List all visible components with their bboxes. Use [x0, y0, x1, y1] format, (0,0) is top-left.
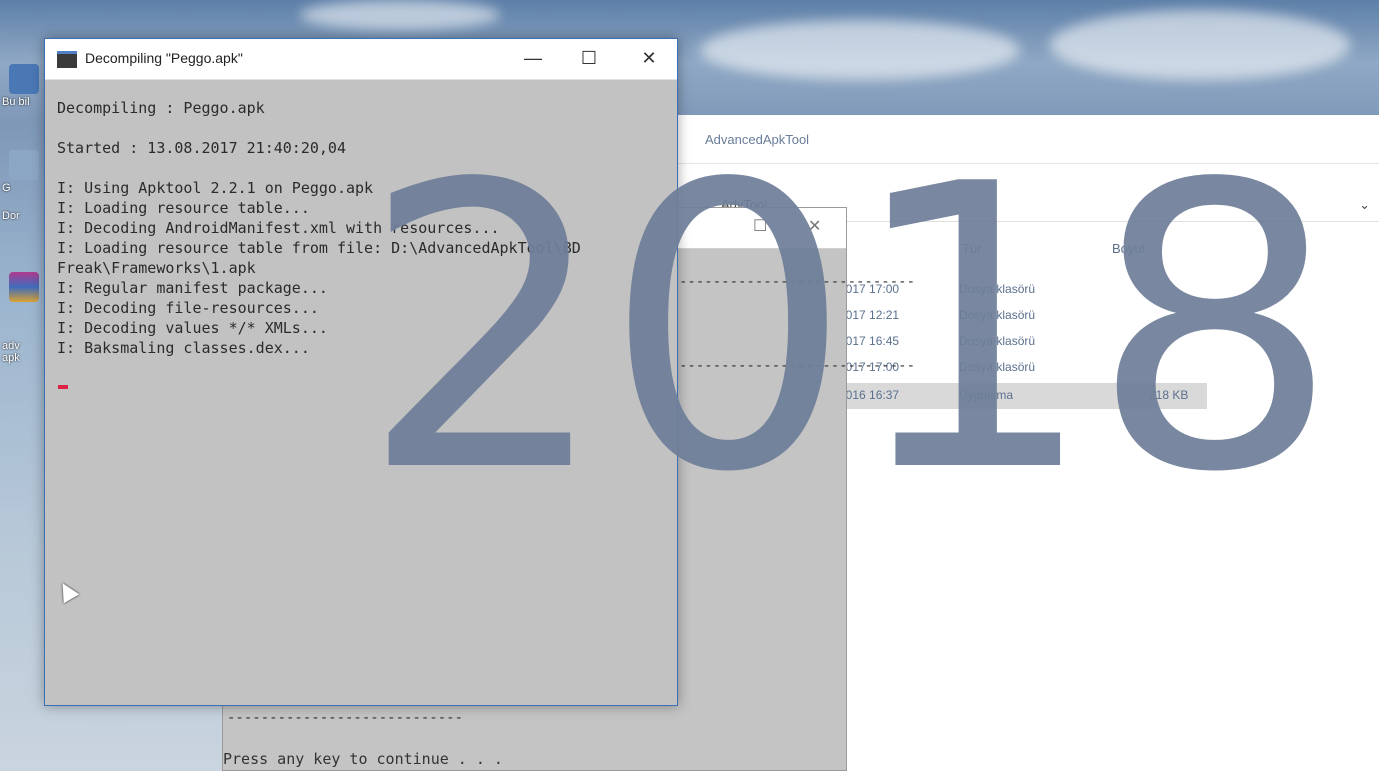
desktop-icon-label: G [2, 182, 11, 194]
console-line: I: Loading resource table from file: D:\… [57, 239, 581, 257]
console-title: Decompiling "Peggo.apk" [85, 50, 243, 66]
row-type: Dosya klasörü [959, 334, 1036, 348]
desktop-icon[interactable]: adv apk [2, 340, 46, 364]
row-type: Dosya klasörü [959, 282, 1036, 296]
this-pc-icon [9, 64, 39, 94]
wallpaper-cloud [1050, 10, 1350, 80]
desktop-icon-label: Dor [2, 210, 20, 222]
desktop-icon[interactable] [2, 272, 46, 304]
explorer-path: AdvancedApkTool [705, 131, 810, 147]
console-line: I: Regular manifest package... [57, 279, 328, 297]
file-row-selected[interactable]: 2016 16:37 Uygulama 218 KB [827, 383, 1207, 409]
desktop-icon[interactable]: G [2, 150, 46, 194]
console-line: I: Decoding AndroidManifest.xml with res… [57, 219, 500, 237]
row-date: 2017 12:21 [839, 308, 900, 322]
explorer-titlebar: AdvancedApkTool [677, 115, 1379, 164]
console2-separator: ---------------------------- [679, 358, 916, 374]
chevron-down-icon[interactable]: ⌄ [1359, 197, 1370, 213]
desktop-icon-label: adv [2, 340, 20, 352]
row-date: 2017 16:45 [839, 334, 900, 348]
maximize-icon[interactable]: ☐ [753, 216, 767, 236]
row-date: 2016 16:37 [839, 388, 900, 402]
console-line: I: Decoding values */* XMLs... [57, 319, 328, 337]
column-header-size[interactable]: Boyut [1112, 241, 1145, 256]
console-line: I: Decoding file-resources... [57, 299, 319, 317]
console-line: I: Baksmaling classes.dex... [57, 339, 310, 357]
console2-prompt: Press any key to continue . . . [223, 750, 503, 768]
close-icon[interactable]: ✕ [808, 216, 821, 236]
console-line: I: Loading resource table... [57, 199, 310, 217]
console-line: Started : 13.08.2017 21:40:20,04 [57, 139, 346, 157]
console-line: Freak\Frameworks\1.apk [57, 259, 256, 277]
column-header-type[interactable]: Tür [962, 241, 982, 256]
maximize-button[interactable]: ☐ [569, 43, 609, 73]
console-line: I: Using Apktool 2.2.1 on Peggo.apk [57, 179, 374, 197]
desktop-icon-label: apk [2, 352, 20, 364]
desktop-icon-label: Bu bil [2, 96, 30, 108]
console-app-icon [57, 51, 77, 68]
console-output: Decompiling : Peggo.apk Started : 13.08.… [45, 80, 677, 358]
console2-separator: ---------------------------- [227, 710, 464, 726]
row-type: Uygulama [959, 388, 1014, 402]
text-cursor [58, 385, 68, 389]
minimize-button[interactable]: — [513, 43, 553, 73]
row-size: 218 KB [1149, 388, 1189, 402]
archive-icon [9, 272, 39, 302]
close-button[interactable]: ✕ [629, 43, 669, 73]
row-type: Dosya klasörü [959, 360, 1036, 374]
console2-separator: ---------------------------- [679, 274, 916, 290]
wallpaper-cloud [300, 0, 500, 30]
console-window-main: Decompiling "Peggo.apk" — ☐ ✕ Decompilin… [44, 38, 678, 706]
console-titlebar[interactable]: Decompiling "Peggo.apk" — ☐ ✕ [45, 39, 677, 80]
desktop-icon[interactable]: Bu bil [2, 64, 46, 108]
wallpaper-cloud [700, 20, 1020, 80]
row-type: Dosya klasörü [959, 308, 1036, 322]
desktop-icon[interactable]: Dor [2, 210, 46, 222]
recycle-bin-icon [9, 150, 39, 180]
console-line: Decompiling : Peggo.apk [57, 99, 265, 117]
